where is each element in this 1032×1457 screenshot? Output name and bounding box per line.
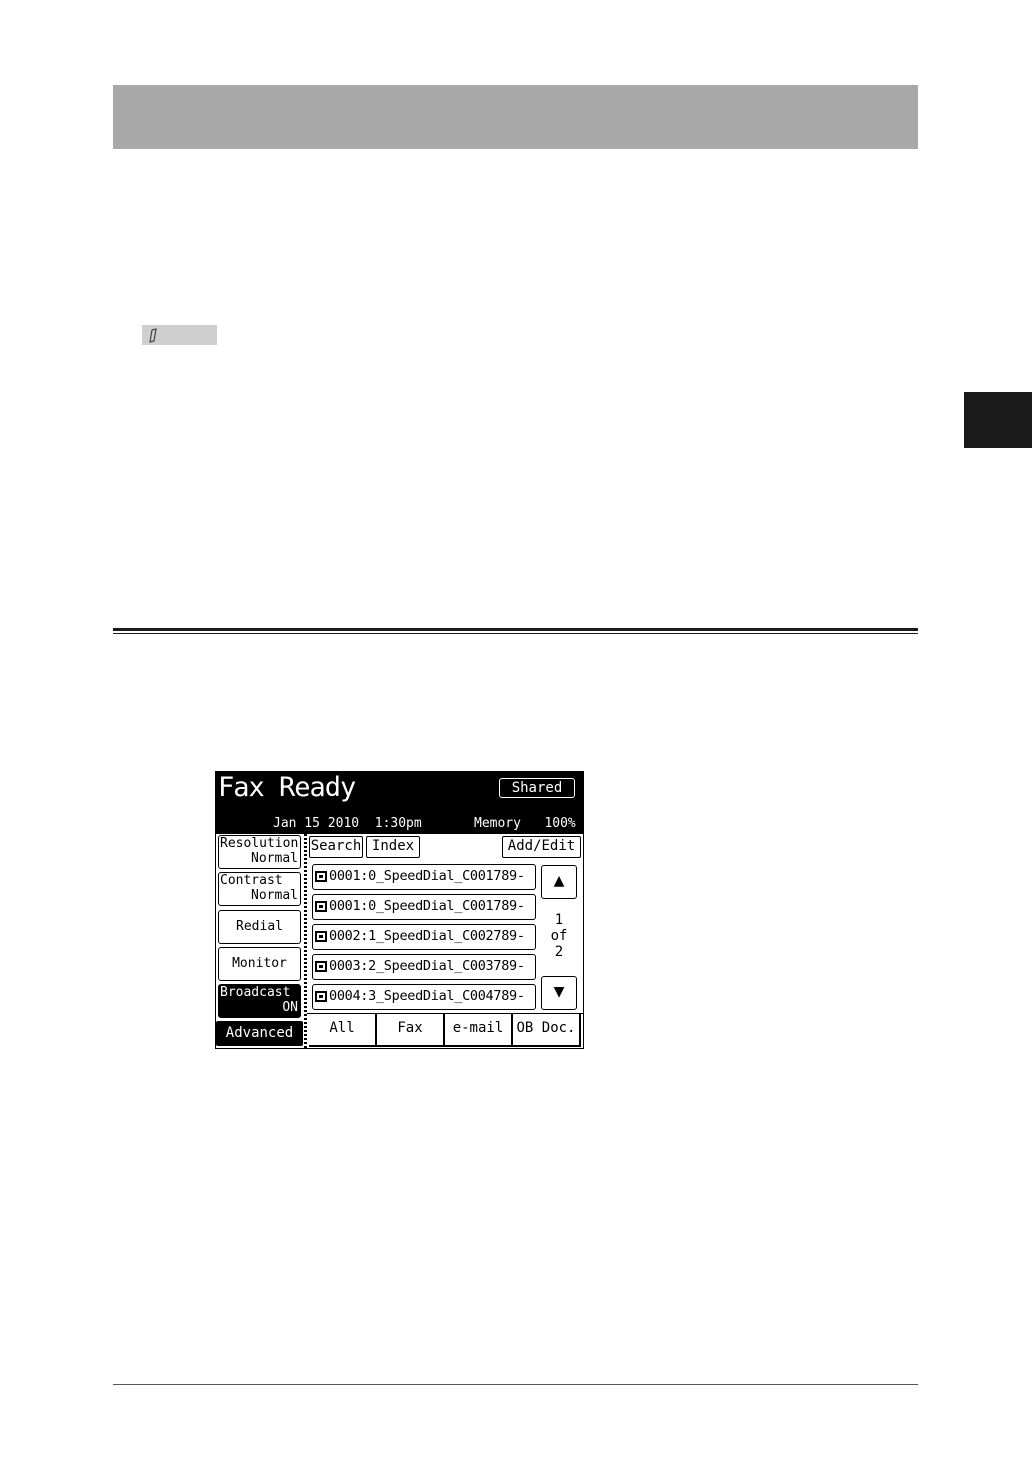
column-divider [304,834,307,1048]
list-item[interactable]: 0001:0_SpeedDial_C001789- [312,894,536,920]
resolution-button[interactable]: Resolution Normal [218,835,301,869]
shared-button[interactable]: Shared [499,778,575,798]
side-column: Resolution Normal Contrast Normal Redial… [216,834,306,1048]
resolution-label: Resolution [220,836,299,851]
memory-label: Memory [474,816,521,831]
page-total: 2 [554,944,564,960]
fax-icon [315,871,327,882]
date-time: Jan 15 2010 1:30pm [273,816,422,832]
list-item[interactable]: 0002:1_SpeedDial_C002789- [312,924,536,950]
search-button[interactable]: Search [309,836,363,858]
fax-ready-screen: Fax Ready Shared Jan 15 2010 1:30pm Memo… [215,771,584,1049]
index-button[interactable]: Index [366,836,420,858]
pencil-icon [149,328,157,343]
broadcast-value: ON [282,1000,298,1015]
date-text: Jan 15 2010 [273,816,360,831]
entry-text: 0001:0_SpeedDial_C001789- [329,868,525,884]
add-edit-button[interactable]: Add/Edit [502,836,581,858]
monitor-label: Monitor [232,956,287,971]
email-icon [315,931,327,942]
email-icon [315,901,327,912]
entry-text: 0003:2_SpeedDial_C003789- [329,958,525,974]
scroll-up-button[interactable]: ▲ [541,865,577,899]
fax-icon [315,961,327,972]
screen-title: Fax Ready [218,772,356,803]
section-rule [113,628,918,631]
list-item[interactable]: 0001:0_SpeedDial_C001789- [312,864,536,890]
page-of: of [550,928,568,944]
tab-email[interactable]: e-mail [445,1014,513,1047]
broadcast-label: Broadcast [220,985,291,1000]
memory-status: Memory 100% [474,816,576,832]
contrast-button[interactable]: Contrast Normal [218,872,301,906]
redial-label: Redial [236,919,283,934]
list-item[interactable]: 0004:3_SpeedDial_C004789- [312,984,536,1010]
fax-icon [315,991,327,1002]
entry-text: 0004:3_SpeedDial_C004789- [329,988,525,1004]
redial-button[interactable]: Redial [218,910,301,944]
broadcast-button[interactable]: Broadcast ON [218,984,301,1018]
advanced-button[interactable]: Advanced [216,1021,303,1046]
entry-text: 0001:0_SpeedDial_C001789- [329,898,525,914]
scroll-down-button[interactable]: ▼ [541,976,577,1010]
footer-rule [113,1384,918,1385]
contrast-value: Normal [251,888,298,903]
status-header: Fax Ready Shared Jan 15 2010 1:30pm Memo… [216,772,583,834]
tab-all[interactable]: All [309,1014,377,1047]
resolution-value: Normal [251,851,298,866]
page-indicator: 1 of 2 [546,912,572,960]
monitor-button[interactable]: Monitor [218,947,301,981]
entry-text: 0002:1_SpeedDial_C002789- [329,928,525,944]
time-text: 1:30pm [374,816,422,831]
contrast-label: Contrast [220,873,283,888]
tab-fax[interactable]: Fax [377,1014,445,1047]
section-rule-thin [113,633,918,634]
list-item[interactable]: 0003:2_SpeedDial_C003789- [312,954,536,980]
chapter-header-band [113,85,918,149]
tab-ob-doc[interactable]: OB Doc. [513,1014,581,1047]
note-tag [142,325,217,345]
page-current: 1 [554,912,564,928]
memory-value: 100% [544,816,576,831]
chapter-side-tab [964,392,1032,448]
